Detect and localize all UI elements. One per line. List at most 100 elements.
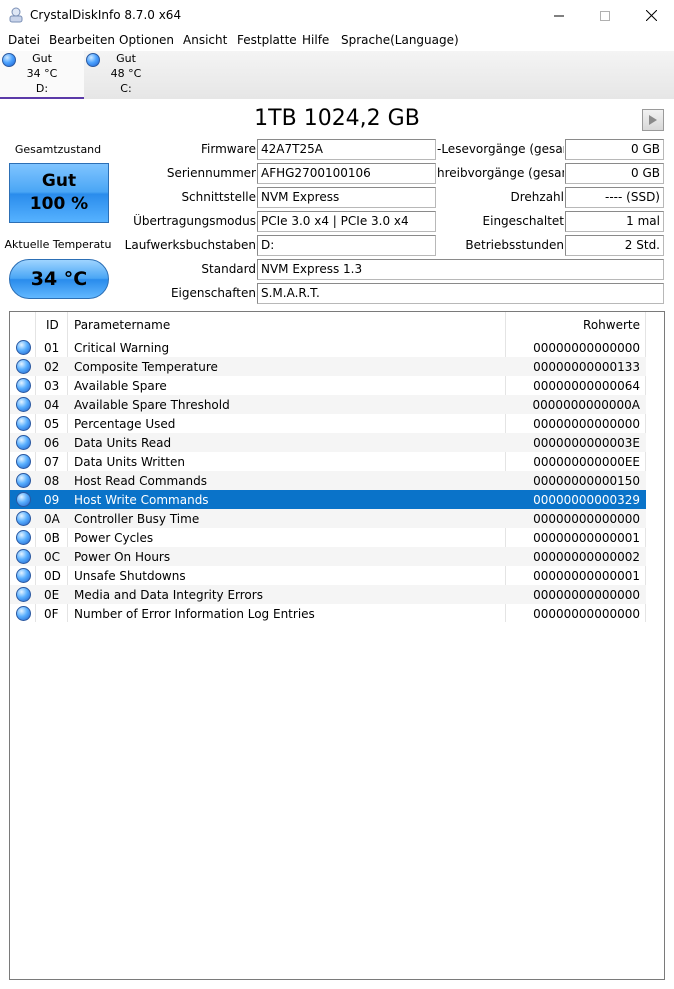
drive-letters-label: Laufwerksbuchstaben (124, 238, 256, 252)
attribute-raw-value: 00000000000133 (533, 360, 640, 374)
status-good-icon (16, 340, 31, 355)
menu-optionen[interactable]: Optionen (119, 33, 174, 47)
status-good-icon (16, 568, 31, 583)
status-good-icon (16, 378, 31, 393)
menu-hilfe[interactable]: Hilfe (302, 33, 329, 47)
menu-festplatte[interactable]: Festplatte (237, 33, 297, 47)
drive-tab-c[interactable]: Gut 48 °C C: (84, 51, 168, 99)
attribute-raw-value: 00000000000329 (533, 493, 640, 507)
status-good-icon (16, 492, 31, 507)
table-row[interactable]: 0C Power On Hours 00000000000002 (10, 547, 646, 566)
status-good-icon (16, 397, 31, 412)
attribute-raw-value: 00000000000000 (533, 588, 640, 602)
power-on-hours-value: 2 Std. (565, 235, 664, 256)
attribute-raw-value: 00000000000000 (533, 607, 640, 621)
table-row[interactable]: 0A Controller Busy Time 00000000000000 (10, 509, 646, 528)
attribute-name: Available Spare (74, 379, 167, 393)
attribute-name: Unsafe Shutdowns (74, 569, 186, 583)
attribute-id: 05 (44, 417, 60, 431)
drive-tab-d[interactable]: Gut 34 °C D: (0, 51, 84, 99)
table-row[interactable]: 08 Host Read Commands 00000000000150 (10, 471, 646, 490)
play-icon (649, 115, 657, 125)
attribute-name: Available Spare Threshold (74, 398, 230, 412)
attribute-raw-value: 00000000000002 (533, 550, 640, 564)
attribute-name: Percentage Used (74, 417, 176, 431)
title-bar: CrystalDiskInfo 8.7.0 x64 (0, 0, 674, 31)
drive-letter: D: (35, 82, 49, 95)
table-row[interactable]: 06 Data Units Read 0000000000003E (10, 433, 646, 452)
app-icon (8, 7, 24, 23)
table-row[interactable]: 05 Percentage Used 00000000000000 (10, 414, 646, 433)
menu-datei[interactable]: Datei (8, 33, 40, 47)
attribute-name: Power Cycles (74, 531, 154, 545)
total-reads-label: -Lesevorgänge (gesamt) (437, 142, 564, 156)
transfer-mode-label: Übertragungsmodus (133, 214, 256, 228)
status-good-icon (16, 359, 31, 374)
column-header-raw[interactable]: Rohwerte (506, 318, 640, 332)
interface-label: Schnittstelle (181, 190, 256, 204)
attribute-name: Media and Data Integrity Errors (74, 588, 263, 602)
attribute-raw-value: 000000000000EE (533, 455, 640, 469)
transfer-mode-value: PCIe 3.0 x4 | PCIe 3.0 x4 (257, 211, 436, 232)
table-row[interactable]: 03 Available Spare 00000000000064 (10, 376, 646, 395)
table-row[interactable]: 02 Composite Temperature 00000000000133 (10, 357, 646, 376)
status-good-icon (16, 473, 31, 488)
attribute-name: Host Read Commands (74, 474, 208, 488)
rotation-rate-label: Drehzahl (510, 190, 565, 204)
table-row[interactable]: 09 Host Write Commands 00000000000329 (10, 490, 646, 509)
menu-ansicht[interactable]: Ansicht (183, 33, 227, 47)
table-row[interactable]: 0B Power Cycles 00000000000001 (10, 528, 646, 547)
attribute-raw-value: 0000000000000A (532, 398, 640, 412)
power-on-count-value: 1 mal (565, 211, 664, 232)
close-button[interactable] (628, 0, 674, 31)
attribute-name: Data Units Written (74, 455, 185, 469)
drive-status: Gut (32, 52, 52, 65)
minimize-button[interactable] (536, 0, 582, 31)
attribute-name: Controller Busy Time (74, 512, 200, 526)
standard-value: NVM Express 1.3 (257, 259, 664, 280)
attribute-id: 0C (44, 550, 61, 564)
attribute-raw-value: 00000000000150 (533, 474, 640, 488)
attribute-id: 07 (44, 455, 60, 469)
attribute-id: 01 (44, 341, 60, 355)
table-row[interactable]: 0F Number of Error Information Log Entrie… (10, 604, 646, 623)
maximize-button[interactable] (582, 0, 628, 31)
attribute-raw-value: 0000000000003E (533, 436, 640, 450)
total-writes-value: 0 GB (565, 163, 664, 184)
next-drive-button[interactable] (642, 109, 664, 131)
attribute-id: 0F (44, 607, 59, 621)
attribute-id: 0A (44, 512, 60, 526)
attribute-raw-value: 00000000000001 (533, 569, 640, 583)
attribute-id: 0B (44, 531, 60, 545)
menu-bearbeiten[interactable]: Bearbeiten (49, 33, 115, 47)
attribute-raw-value: 00000000000000 (533, 341, 640, 355)
table-row[interactable]: 01 Critical Warning 00000000000000 (10, 338, 646, 357)
table-row[interactable]: 0D Unsafe Shutdowns 00000000000001 (10, 566, 646, 585)
status-good-icon (16, 549, 31, 564)
column-header-id[interactable]: ID (46, 318, 59, 332)
drive-temp: 48 °C (110, 67, 142, 80)
status-good-icon (16, 511, 31, 526)
firmware-value: 42A7T25A (257, 139, 436, 160)
drive-letter: C: (120, 82, 132, 95)
table-row[interactable]: 0E Media and Data Integrity Errors 0000000… (10, 585, 646, 604)
smart-table[interactable]: ID Parametername Rohwerte 01 Critical War… (9, 311, 665, 980)
menu-sprache[interactable]: Sprache(Language) (341, 33, 459, 47)
serial-value: AFHG2700100106 (257, 163, 436, 184)
total-writes-label: hreibvorgänge (gesamt) (437, 166, 564, 180)
temperature-box[interactable]: 34 °C (9, 259, 109, 299)
close-icon (645, 10, 657, 21)
table-row[interactable]: 07 Data Units Written 000000000000EE (10, 452, 646, 471)
attribute-id: 06 (44, 436, 60, 450)
attribute-raw-value: 00000000000000 (533, 417, 640, 431)
menu-bar: Datei Bearbeiten Optionen Ansicht Festpl… (0, 31, 674, 51)
table-row[interactable]: 04 Available Spare Threshold 0000000000000… (10, 395, 646, 414)
attribute-raw-value: 00000000000001 (533, 531, 640, 545)
drive-size-title: 1TB 1024,2 GB (254, 106, 420, 131)
drive-status: Gut (116, 52, 136, 65)
health-status-box[interactable]: Gut 100 % (9, 163, 109, 223)
attribute-id: 0D (44, 569, 61, 583)
column-header-name[interactable]: Parametername (74, 318, 170, 332)
status-good-icon (16, 454, 31, 469)
active-tab-indicator (0, 97, 84, 99)
